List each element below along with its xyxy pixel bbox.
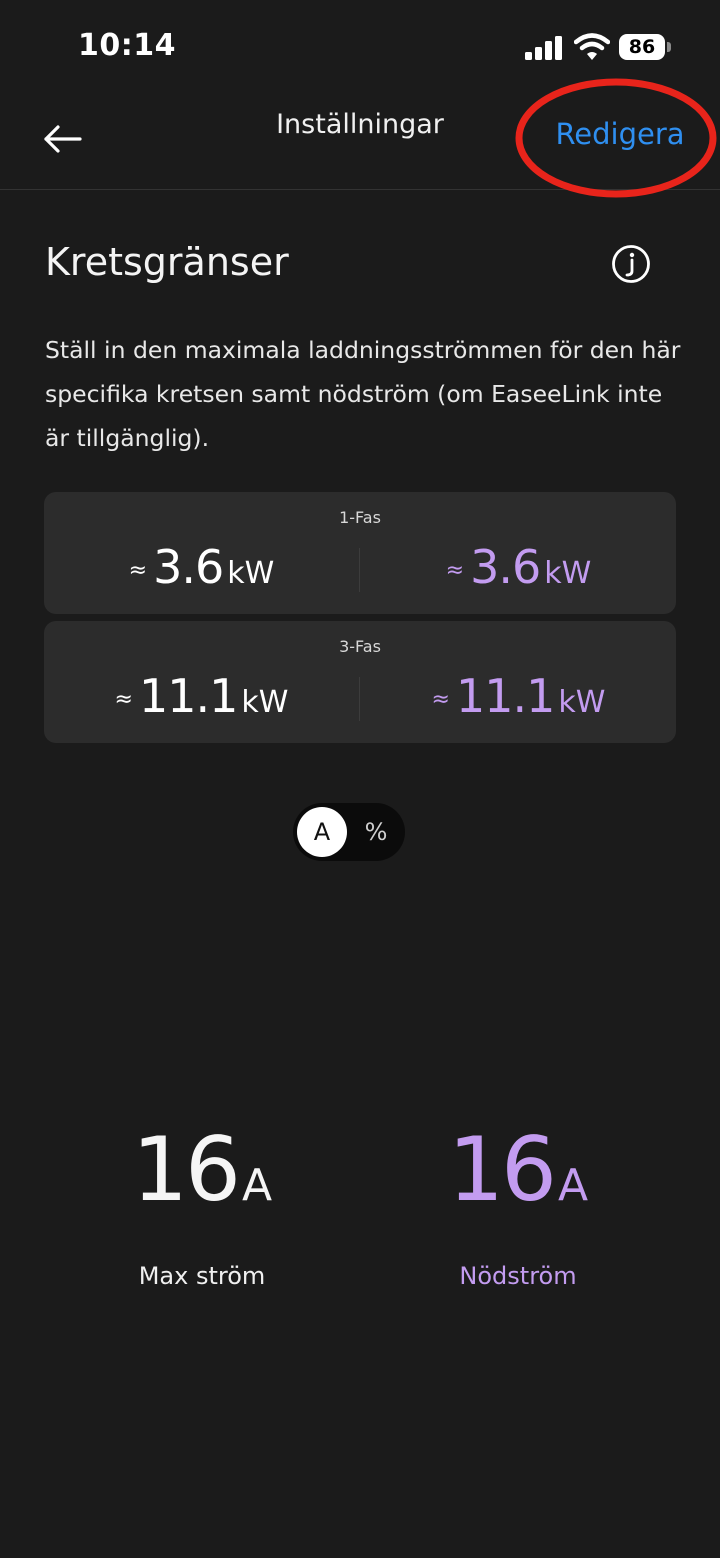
max-current-label: Max ström [138, 1262, 266, 1290]
cellular-signal-icon [525, 36, 562, 60]
card-divider [359, 548, 360, 592]
battery-tip [667, 42, 671, 52]
power-number: 11.1 [455, 669, 555, 723]
status-time: 10:14 [78, 28, 176, 63]
approx-symbol: ≈ [114, 687, 133, 712]
power-number: 3.6 [153, 540, 224, 594]
emergency-current-value[interactable]: 16A [378, 1118, 658, 1221]
toggle-option-ampere[interactable]: A [297, 807, 347, 857]
power-unit: kW [558, 685, 606, 720]
unit-toggle[interactable]: A % [293, 803, 405, 861]
emergency-current-label: Nödström [459, 1262, 577, 1290]
power-unit: kW [544, 556, 592, 591]
info-icon [612, 245, 650, 283]
max-power-value: ≈3.6 kW [44, 540, 359, 594]
edit-button[interactable]: Redigera [540, 117, 700, 151]
max-power-value: ≈11.1 kW [44, 669, 359, 723]
phase-card-3: 3-Fas ≈11.1 kW ≈11.1 kW [44, 621, 676, 743]
battery-indicator: 86 [619, 34, 665, 60]
status-bar: 10:14 86 [0, 0, 720, 95]
emergency-current-unit: A [557, 1160, 589, 1211]
max-current-value[interactable]: 16A [62, 1118, 342, 1221]
section-title: Kretsgränser [45, 240, 289, 284]
approx-symbol: ≈ [445, 558, 465, 583]
power-number: 11.1 [138, 669, 238, 723]
toggle-option-percent[interactable]: % [351, 807, 401, 857]
info-button[interactable] [611, 244, 651, 284]
emergency-power-value: ≈11.1 kW [361, 669, 676, 723]
emergency-power-value: ≈3.6 kW [361, 540, 676, 594]
approx-symbol: ≈ [431, 687, 450, 712]
power-unit: kW [241, 685, 289, 720]
phase-label: 3-Fas [339, 637, 381, 656]
max-current-unit: A [241, 1160, 273, 1211]
nav-bar: Inställningar Redigera [0, 95, 720, 190]
section-description: Ställ in den maximala laddningsströmmen … [45, 336, 681, 452]
card-divider [359, 677, 360, 721]
power-number: 3.6 [470, 540, 541, 594]
emergency-current-number: 16 [447, 1118, 557, 1221]
max-current-number: 16 [131, 1118, 241, 1221]
wifi-icon [574, 33, 610, 60]
approx-symbol: ≈ [128, 558, 148, 583]
phase-label: 1-Fas [339, 508, 381, 527]
phase-card-1: 1-Fas ≈3.6 kW ≈3.6 kW [44, 492, 676, 614]
power-unit: kW [227, 556, 275, 591]
